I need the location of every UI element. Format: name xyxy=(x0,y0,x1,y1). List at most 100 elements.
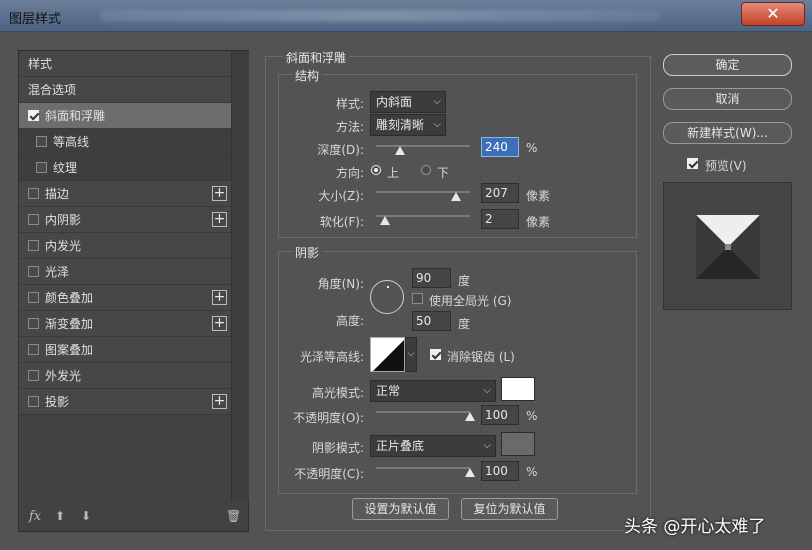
fx-icon[interactable]: fx xyxy=(29,509,41,524)
shadow-mode-label: 阴影模式: xyxy=(311,441,364,455)
direction-down-label: 下 xyxy=(437,166,450,180)
add-effect-icon[interactable]: + xyxy=(212,316,227,331)
style-item-12[interactable]: 投影 + xyxy=(19,389,231,415)
depth-input[interactable]: 240 xyxy=(481,137,519,157)
style-item-0[interactable]: 混合选项 xyxy=(19,77,231,103)
depth-slider-thumb[interactable] xyxy=(394,146,405,155)
style-item-7[interactable]: 光泽 xyxy=(19,259,231,285)
style-item-9[interactable]: 渐变叠加 + xyxy=(19,311,231,337)
highlight-mode-select[interactable]: 正常 ⌵ xyxy=(370,380,496,402)
close-button[interactable]: ✕ xyxy=(741,2,805,26)
contour-dropdown-button[interactable]: ⌵ xyxy=(405,337,417,372)
blurred-background xyxy=(100,10,660,22)
styles-header[interactable]: 样式 xyxy=(19,51,231,77)
highlight-opacity-label: 不透明度(O): xyxy=(293,411,364,425)
style-item-checkbox[interactable] xyxy=(28,266,39,277)
style-item-checkbox[interactable] xyxy=(28,188,39,199)
style-item-checkbox[interactable] xyxy=(28,396,39,407)
add-effect-icon[interactable]: + xyxy=(212,394,227,409)
style-item-6[interactable]: 内发光 xyxy=(19,233,231,259)
global-light-checkbox[interactable] xyxy=(412,293,423,304)
style-item-label: 渐变叠加 xyxy=(45,317,94,331)
shadow-opacity-thumb[interactable] xyxy=(465,468,475,477)
style-item-label: 颜色叠加 xyxy=(45,291,94,305)
altitude-unit: 度 xyxy=(458,317,471,331)
altitude-label: 高度: xyxy=(335,314,364,328)
preview-checkbox[interactable] xyxy=(687,158,698,169)
gloss-contour-picker[interactable] xyxy=(370,337,405,372)
anti-alias-label: 消除锯齿 (L) xyxy=(447,350,515,364)
technique-select-value: 雕刻清晰 xyxy=(376,118,425,132)
direction-down-radio[interactable] xyxy=(421,165,431,175)
angle-dial[interactable] xyxy=(370,280,404,314)
style-item-1[interactable]: 斜面和浮雕 xyxy=(19,103,231,129)
add-effect-icon[interactable]: + xyxy=(212,290,227,305)
title-bar: 图层样式 ✕ xyxy=(0,0,812,32)
shadow-color-swatch[interactable] xyxy=(501,432,535,456)
technique-select[interactable]: 雕刻清晰 ⌵ xyxy=(370,114,446,136)
highlight-opacity-track[interactable] xyxy=(376,411,470,413)
move-up-icon[interactable]: ⬆ xyxy=(55,509,65,523)
style-item-3[interactable]: 纹理 xyxy=(19,155,231,181)
new-style-button[interactable]: 新建样式(W)... xyxy=(663,122,792,144)
depth-slider-track[interactable] xyxy=(376,145,470,147)
highlight-mode-label: 高光模式: xyxy=(311,386,364,400)
gloss-contour-label: 光泽等高线: xyxy=(299,350,364,364)
highlight-mode-value: 正常 xyxy=(376,384,401,398)
style-item-10[interactable]: 图案叠加 xyxy=(19,337,231,363)
altitude-input[interactable]: 50 xyxy=(412,311,451,331)
highlight-opacity-input[interactable]: 100 xyxy=(481,405,519,425)
cancel-button[interactable]: 取消 xyxy=(663,88,792,110)
style-item-checkbox[interactable] xyxy=(28,344,39,355)
style-select[interactable]: 内斜面 ⌵ xyxy=(370,91,446,113)
shadow-opacity-track[interactable] xyxy=(376,467,470,469)
shadow-opacity-unit: % xyxy=(526,465,538,479)
shadow-mode-value: 正片叠底 xyxy=(376,439,425,453)
style-preview xyxy=(663,182,792,310)
style-item-5[interactable]: 内阴影 + xyxy=(19,207,231,233)
style-item-checkbox[interactable] xyxy=(28,370,39,381)
size-slider-thumb[interactable] xyxy=(450,192,461,201)
style-item-label: 内阴影 xyxy=(45,213,82,227)
style-item-8[interactable]: 颜色叠加 + xyxy=(19,285,231,311)
highlight-color-swatch[interactable] xyxy=(501,377,535,401)
style-item-label: 斜面和浮雕 xyxy=(45,109,106,123)
angle-input[interactable]: 90 xyxy=(412,268,451,288)
soften-slider-thumb[interactable] xyxy=(380,216,391,225)
style-item-checkbox[interactable] xyxy=(28,318,39,329)
shadow-opacity-label: 不透明度(C): xyxy=(294,467,364,481)
window-title: 图层样式 xyxy=(9,12,62,27)
style-item-checkbox[interactable] xyxy=(28,214,39,225)
structure-title: 结构 xyxy=(292,67,323,84)
move-down-icon[interactable]: ⬇ xyxy=(81,509,91,523)
style-item-checkbox[interactable] xyxy=(28,110,39,121)
style-item-2[interactable]: 等高线 xyxy=(19,129,231,155)
style-item-checkbox[interactable] xyxy=(28,240,39,251)
add-effect-icon[interactable]: + xyxy=(212,212,227,227)
soften-input[interactable]: 2 xyxy=(481,209,519,229)
style-item-label: 混合选项 xyxy=(28,83,77,97)
style-item-4[interactable]: 描边 + xyxy=(19,181,231,207)
size-input[interactable]: 207 xyxy=(481,183,519,203)
style-item-checkbox[interactable] xyxy=(36,136,47,147)
style-item-11[interactable]: 外发光 xyxy=(19,363,231,389)
make-default-button[interactable]: 设置为默认值 xyxy=(352,498,449,520)
size-label: 大小(Z): xyxy=(318,189,364,203)
reset-default-button[interactable]: 复位为默认值 xyxy=(461,498,558,520)
highlight-opacity-thumb[interactable] xyxy=(465,412,475,421)
style-label: 样式: xyxy=(335,97,364,111)
style-item-label: 图案叠加 xyxy=(45,343,94,357)
list-scrollbar[interactable] xyxy=(231,51,249,501)
style-item-checkbox[interactable] xyxy=(28,292,39,303)
style-item-checkbox[interactable] xyxy=(36,162,47,173)
anti-alias-checkbox[interactable] xyxy=(430,349,441,360)
watermark-text: 头条 @开心太难了 xyxy=(624,517,766,537)
bevel-emboss-title: 斜面和浮雕 xyxy=(283,49,350,66)
shadow-mode-select[interactable]: 正片叠底 ⌵ xyxy=(370,435,496,457)
trash-icon[interactable]: 🗑 xyxy=(226,509,241,523)
angle-label: 角度(N): xyxy=(317,277,364,291)
ok-button[interactable]: 确定 xyxy=(663,54,792,76)
direction-up-radio[interactable] xyxy=(371,165,381,175)
shadow-opacity-input[interactable]: 100 xyxy=(481,461,519,481)
add-effect-icon[interactable]: + xyxy=(212,186,227,201)
